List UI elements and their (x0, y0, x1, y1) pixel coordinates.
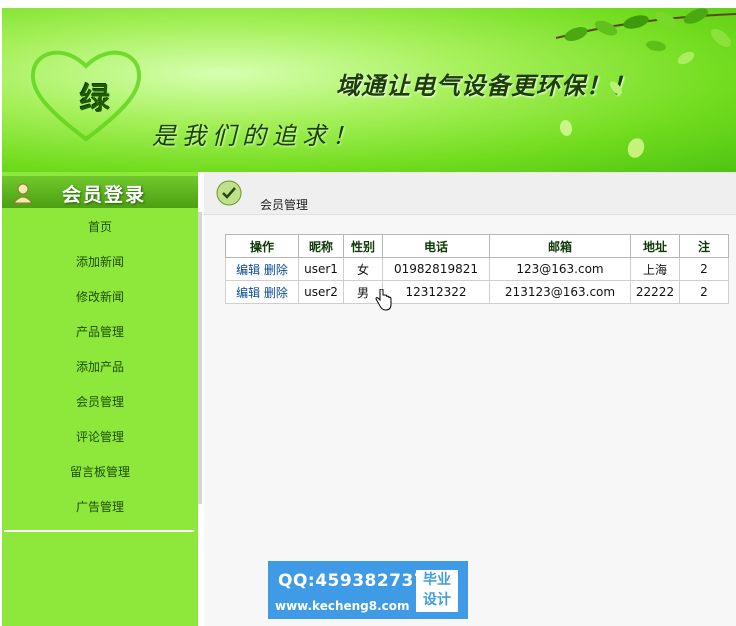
main-content: 会员管理 操作 昵称 性别 电话 邮箱 地址 注 编辑 删除 user1 女 0… (204, 172, 736, 626)
leaves-decoration-icon (555, 8, 736, 158)
delete-link[interactable]: 删除 (264, 286, 288, 300)
cell-email: 123@163.com (489, 257, 631, 281)
cell-nickname: user1 (298, 257, 344, 281)
sidebar-title: 会员登录 (62, 184, 147, 206)
sidebar-divider (4, 530, 194, 532)
row-actions: 编辑 删除 (225, 280, 299, 304)
cell-email: 213123@163.com (489, 280, 631, 304)
cell-gender: 女 (343, 257, 383, 281)
sidebar-shadow (198, 212, 202, 504)
watermark-qq: QQ:459382737 (278, 571, 427, 591)
cell-address: 22222 (630, 280, 680, 304)
delete-link[interactable]: 删除 (264, 263, 288, 277)
table-row: 编辑 删除 user2 男 12312322 213123@163.com 22… (225, 280, 729, 304)
watermark-url: www.kecheng8.com (275, 599, 410, 613)
sidebar-header: 会员登录 (2, 176, 198, 208)
sidebar-item-home[interactable]: 首页 (2, 210, 198, 245)
check-icon (216, 180, 242, 206)
col-header-gender: 性别 (343, 234, 383, 258)
watermark-badge: QQ:459382737 www.kecheng8.com 毕业 设计 (268, 561, 468, 619)
banner-slogan-sub: 是我们的追求！ (152, 122, 362, 150)
col-header-phone: 电话 (382, 234, 490, 258)
sidebar-item-comments[interactable]: 评论管理 (2, 420, 198, 455)
col-header-email: 邮箱 (489, 234, 631, 258)
main-header: 会员管理 (204, 172, 736, 215)
watermark-tag-line1: 毕业 (423, 572, 451, 588)
header-banner: 绿 域通让电气设备更环保！！ 是我们的追求！ (2, 8, 736, 172)
col-header-address: 地址 (630, 234, 680, 258)
sidebar-item-guestbook[interactable]: 留言板管理 (2, 455, 198, 490)
sidebar-item-edit-news[interactable]: 修改新闻 (2, 280, 198, 315)
user-icon (12, 183, 34, 204)
sidebar-item-ads[interactable]: 广告管理 (2, 490, 198, 525)
hand-cursor-icon (375, 289, 392, 311)
edit-link[interactable]: 编辑 (236, 263, 260, 277)
sidebar-item-add-product[interactable]: 添加产品 (2, 350, 198, 385)
cell-address: 上海 (630, 257, 680, 281)
table-header-row: 操作 昵称 性别 电话 邮箱 地址 注 (225, 234, 729, 258)
sidebar-item-products[interactable]: 产品管理 (2, 315, 198, 350)
watermark-tag: 毕业 设计 (416, 570, 458, 612)
page-title: 会员管理 (260, 198, 309, 212)
row-actions: 编辑 删除 (225, 257, 299, 281)
edit-link[interactable]: 编辑 (236, 286, 260, 300)
cell-phone: 12312322 (382, 280, 490, 304)
cell-extra: 2 (679, 280, 729, 304)
sidebar-item-members[interactable]: 会员管理 (2, 385, 198, 420)
members-table: 操作 昵称 性别 电话 邮箱 地址 注 编辑 删除 user1 女 019828… (225, 234, 729, 304)
col-header-extra: 注 (679, 234, 729, 258)
table-row: 编辑 删除 user1 女 01982819821 123@163.com 上海… (225, 257, 729, 281)
col-header-nickname: 昵称 (298, 234, 344, 258)
sidebar-item-add-news[interactable]: 添加新闻 (2, 245, 198, 280)
watermark-tag-line2: 设计 (423, 592, 451, 608)
col-header-actions: 操作 (225, 234, 299, 258)
cell-nickname: user2 (298, 280, 344, 304)
sidebar: 会员登录 首页 添加新闻 修改新闻 产品管理 添加产品 会员管理 评论管理 留言… (2, 172, 202, 626)
sidebar-menu: 首页 添加新闻 修改新闻 产品管理 添加产品 会员管理 评论管理 留言板管理 广… (2, 210, 198, 525)
cell-phone: 01982819821 (382, 257, 490, 281)
logo-text: 绿 (80, 82, 110, 117)
cell-extra: 2 (679, 257, 729, 281)
